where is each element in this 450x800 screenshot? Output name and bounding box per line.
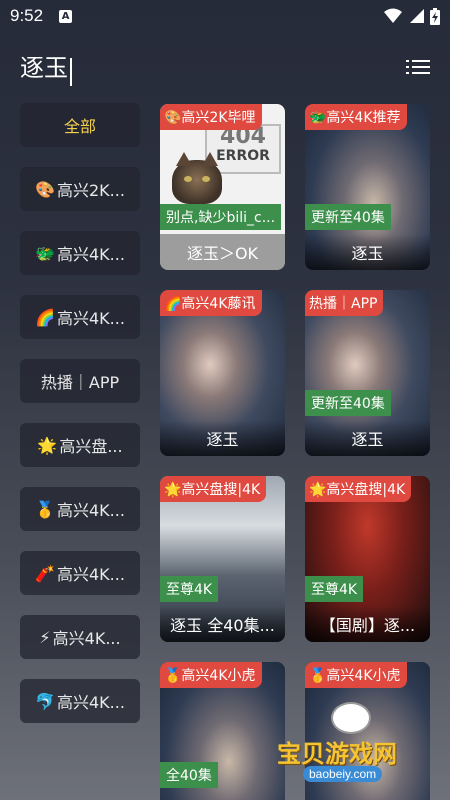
status-tag: 全40集 [160,762,218,788]
result-card[interactable]: 🐲高兴4K推荐 更新至40集 逐玉 [305,104,430,270]
sidebar-item-label: 高兴4K... [56,245,125,264]
result-card[interactable]: 🥇高兴4K小虎 全40集 [160,662,285,800]
sidebar-emoji: 🎨 [35,179,55,199]
status-tag: 更新至40集 [305,390,391,416]
list-menu-icon[interactable] [406,58,430,76]
source-badge: 🌟高兴盘搜|4K [160,476,267,502]
result-card[interactable]: 热播｜APP 更新至40集 逐玉 [305,290,430,456]
sidebar-item[interactable]: 🎨 高兴2K... [20,167,140,211]
sidebar-emoji: 🌟 [37,435,58,455]
sidebar-item[interactable]: 热播｜APP [20,359,140,403]
status-time: 9:52 [10,6,44,25]
source-sidebar: 全部 🎨 高兴2K... 🐲 高兴4K... 🌈 高兴4K... 热播｜APP 🌟 高兴… [20,103,140,743]
result-card[interactable]: 🌟高兴盘搜|4K 至尊4K 【国剧】逐... [305,476,430,642]
result-card[interactable]: 🌟高兴盘搜|4K 至尊4K 逐玉 全40集... [160,476,285,642]
gamepad-icon [331,702,371,734]
sidebar-item-label: 全部 [63,117,96,136]
sidebar-emoji: 🌈 [35,307,55,327]
cat-image [172,152,222,204]
source-badge: 热播｜APP [305,290,384,316]
status-icons [384,7,440,25]
source-badge: 🌈高兴4K藤讯 [160,290,262,316]
signal-icon [410,9,424,23]
sidebar-item-label: 高兴4K... [56,501,125,520]
status-tag: 更新至40集 [305,204,391,230]
watermark-logo: 宝贝游戏网 baobeiy.com [275,700,435,790]
source-badge: 🐲高兴4K推荐 [305,104,407,130]
source-badge: 🌟高兴盘搜|4K [305,476,412,502]
card-title: 逐玉＞OK [160,234,285,270]
result-card[interactable]: 404 ERROR 🎨高兴2K毕哩 别点,缺少bili_c... 逐玉＞OK [160,104,285,270]
search-input[interactable]: 逐玉 [20,48,72,86]
wifi-icon [384,8,402,23]
result-card[interactable]: 🌈高兴4K藤讯 逐玉 [160,290,285,456]
text-cursor [70,57,72,86]
source-badge: 🥇高兴4K小虎 [305,662,407,688]
sidebar-item[interactable]: 🥇 高兴4K... [20,487,140,531]
card-title: 逐玉 [305,420,430,456]
sidebar-item[interactable]: 🌈 高兴4K... [20,295,140,339]
status-bar: 9:52 A [0,0,450,32]
sidebar-item-label: 高兴4K... [52,629,121,648]
sidebar-item-label: 高兴4K... [56,309,125,328]
search-header: 逐玉 [0,45,450,89]
sidebar-emoji: ⚡ [39,627,51,647]
sidebar-item-all[interactable]: 全部 [20,103,140,147]
card-title: 逐玉 全40集... [160,606,285,642]
watermark-url: baobeiy.com [303,766,383,782]
sidebar-item[interactable]: 🐬 高兴4K... [20,679,140,723]
battery-icon [430,7,440,25]
sidebar-item-label: 高兴2K... [56,181,125,200]
sidebar-item-label: 高兴4K... [56,565,125,584]
notification-icon: A [59,9,73,23]
source-badge: 🥇高兴4K小虎 [160,662,262,688]
watermark-text: 宝贝游戏网 [277,740,397,768]
status-tag: 至尊4K [305,576,364,602]
card-title: 【国剧】逐... [305,606,430,642]
sidebar-item-label: 热播｜APP [40,373,120,392]
source-badge: 🎨高兴2K毕哩 [160,104,262,130]
sidebar-emoji: 🧨 [35,563,55,583]
card-title: 逐玉 [305,234,430,270]
sidebar-item[interactable]: 🌟 高兴盘... [20,423,140,467]
search-query: 逐玉 [20,54,68,83]
sidebar-item-label: 高兴盘... [59,437,123,456]
sidebar-item[interactable]: ⚡ 高兴4K... [20,615,140,659]
status-tag: 别点,缺少bili_c... [160,204,282,230]
sidebar-emoji: 🐬 [35,691,55,711]
sidebar-emoji: 🐲 [35,243,55,263]
sidebar-item-label: 高兴4K... [56,693,125,712]
sidebar-emoji: 🥇 [35,499,55,519]
sidebar-item[interactable]: 🐲 高兴4K... [20,231,140,275]
sidebar-item[interactable]: 🧨 高兴4K... [20,551,140,595]
status-tag: 至尊4K [160,576,219,602]
card-title: 逐玉 [160,420,285,456]
